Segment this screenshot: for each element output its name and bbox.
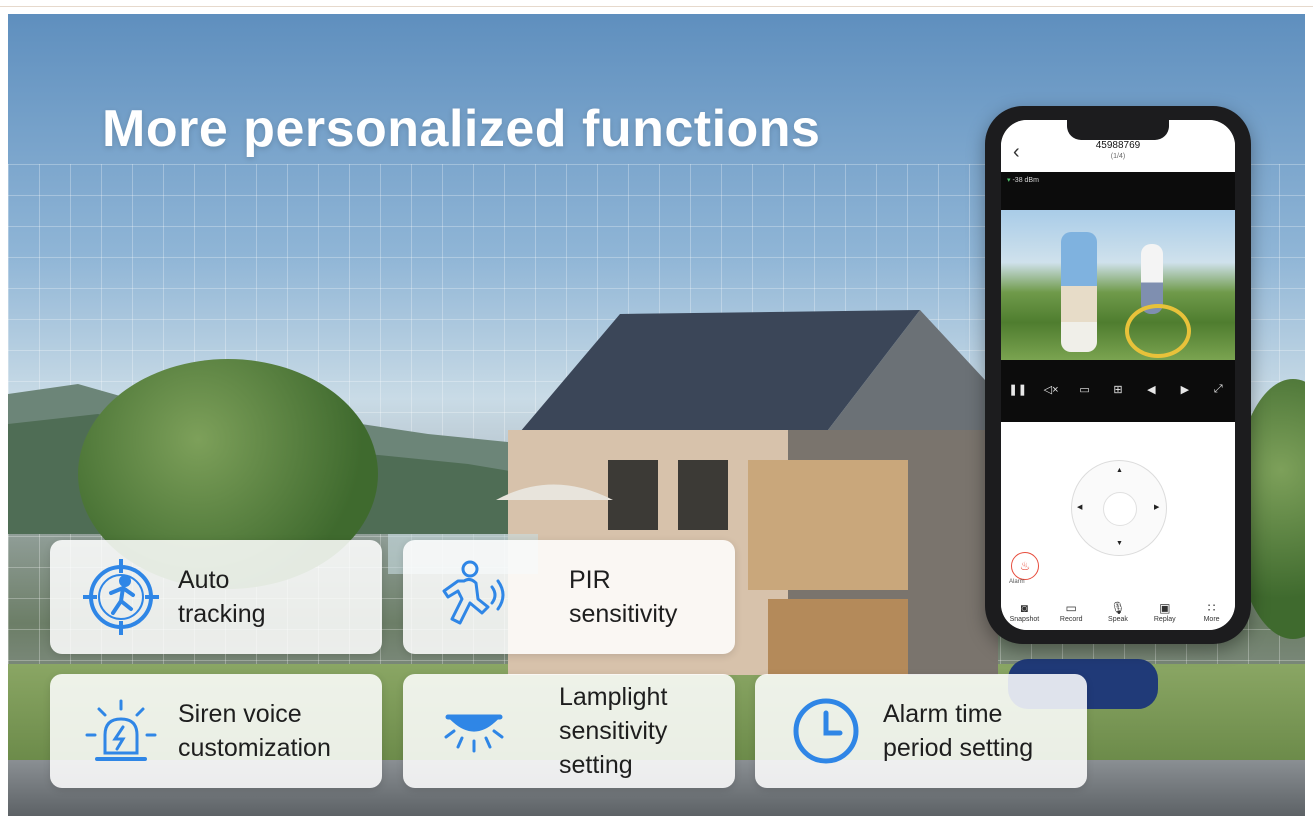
phone-notch — [1067, 120, 1169, 140]
ptz-center[interactable] — [1103, 492, 1137, 526]
signal-indicator: ▾ -38 dBm — [1007, 176, 1039, 184]
snapshot-button[interactable]: ◙ Snapshot — [1001, 597, 1047, 630]
next-icon[interactable]: ▶ — [1175, 383, 1195, 396]
siren-icon — [76, 686, 166, 776]
previous-icon[interactable]: ◀ — [1141, 383, 1161, 396]
feature-label: Alarm time period setting — [883, 700, 1034, 762]
feature-card-siren-voice: Siren voice customization — [50, 674, 382, 788]
tool-label: Replay — [1153, 616, 1176, 623]
video-controls: ❚❚ ◁× ▭ ⊞ ◀ ▶ ⤢ — [1001, 378, 1235, 400]
alarm-label: Alarm — [1009, 579, 1025, 585]
feature-card-alarm-time-period: Alarm time period setting — [755, 674, 1087, 788]
video-bike — [1125, 304, 1191, 358]
feature-label: Lamplight sensitivity setting — [559, 683, 668, 779]
record-icon: ▭ — [1065, 601, 1077, 615]
ptz-panel: ▲ ▼ ◀ ▶ ♨ Alarm — [1001, 422, 1235, 597]
ptz-up-icon[interactable]: ▲ — [1116, 467, 1123, 474]
app-toolbar: ◙ Snapshot ▭ Record 🎙 Speak ▣ Replay ∷ More — [1001, 597, 1235, 630]
speak-button[interactable]: 🎙 Speak — [1095, 597, 1141, 630]
feature-label: Siren voice customization — [178, 700, 331, 762]
page-title: More personalized functions — [102, 100, 821, 158]
ptz-dpad[interactable]: ▲ ▼ ◀ ▶ — [1071, 460, 1167, 556]
lamp-icon — [429, 686, 519, 776]
auto-tracking-icon — [76, 552, 166, 642]
record-button[interactable]: ▭ Record — [1048, 597, 1094, 630]
wifi-icon: ▾ — [1007, 177, 1011, 184]
more-icon: ∷ — [1207, 601, 1216, 615]
ptz-left-icon[interactable]: ◀ — [1077, 503, 1082, 511]
tool-label: Record — [1059, 616, 1083, 623]
device-subtitle: (1/4) — [1110, 153, 1126, 160]
sd-icon[interactable]: ▭ — [1075, 383, 1095, 396]
tool-label: Snapshot — [1009, 616, 1040, 623]
feature-card-pir-sensitivity: PIR sensitivity — [403, 540, 735, 654]
video-panel: ▾ -38 dBm ❚❚ ◁× ▭ ⊞ ◀ ▶ ⤢ — [1001, 172, 1235, 422]
app-screen: ‹ 45988769 (1/4) ▾ -38 dBm ❚❚ ◁× ▭ ⊞ ◀ ▶… — [1001, 120, 1235, 630]
device-id: 45988769 — [1095, 140, 1141, 151]
feature-label: Auto tracking — [178, 566, 266, 628]
clock-icon — [781, 686, 871, 776]
pir-motion-icon — [429, 552, 519, 642]
tool-label: Speak — [1108, 616, 1128, 623]
mute-icon[interactable]: ◁× — [1041, 383, 1061, 396]
replay-icon: ▣ — [1159, 601, 1171, 615]
feature-card-lamplight-sensitivity: Lamplight sensitivity setting — [403, 674, 735, 788]
grid-view-icon[interactable]: ⊞ — [1108, 383, 1128, 396]
microphone-icon: 🎙 — [1110, 601, 1126, 615]
video-person — [1061, 232, 1097, 352]
signal-strength: -38 dBm — [1012, 177, 1039, 184]
feature-card-auto-tracking: Auto tracking — [50, 540, 382, 654]
camera-icon: ◙ — [1020, 601, 1029, 615]
ptz-down-icon[interactable]: ▼ — [1116, 540, 1123, 547]
more-button[interactable]: ∷ More — [1189, 597, 1235, 630]
replay-button[interactable]: ▣ Replay — [1142, 597, 1188, 630]
top-divider — [0, 6, 1313, 7]
alarm-icon[interactable]: ♨ — [1011, 552, 1039, 580]
pause-icon[interactable]: ❚❚ — [1008, 383, 1028, 396]
ptz-right-icon[interactable]: ▶ — [1154, 503, 1159, 511]
tool-label: More — [1203, 616, 1220, 623]
feature-label: PIR sensitivity — [569, 566, 678, 628]
live-video[interactable] — [1001, 210, 1235, 360]
phone-mockup: ‹ 45988769 (1/4) ▾ -38 dBm ❚❚ ◁× ▭ ⊞ ◀ ▶… — [985, 106, 1251, 644]
fullscreen-icon[interactable]: ⤢ — [1208, 383, 1228, 396]
